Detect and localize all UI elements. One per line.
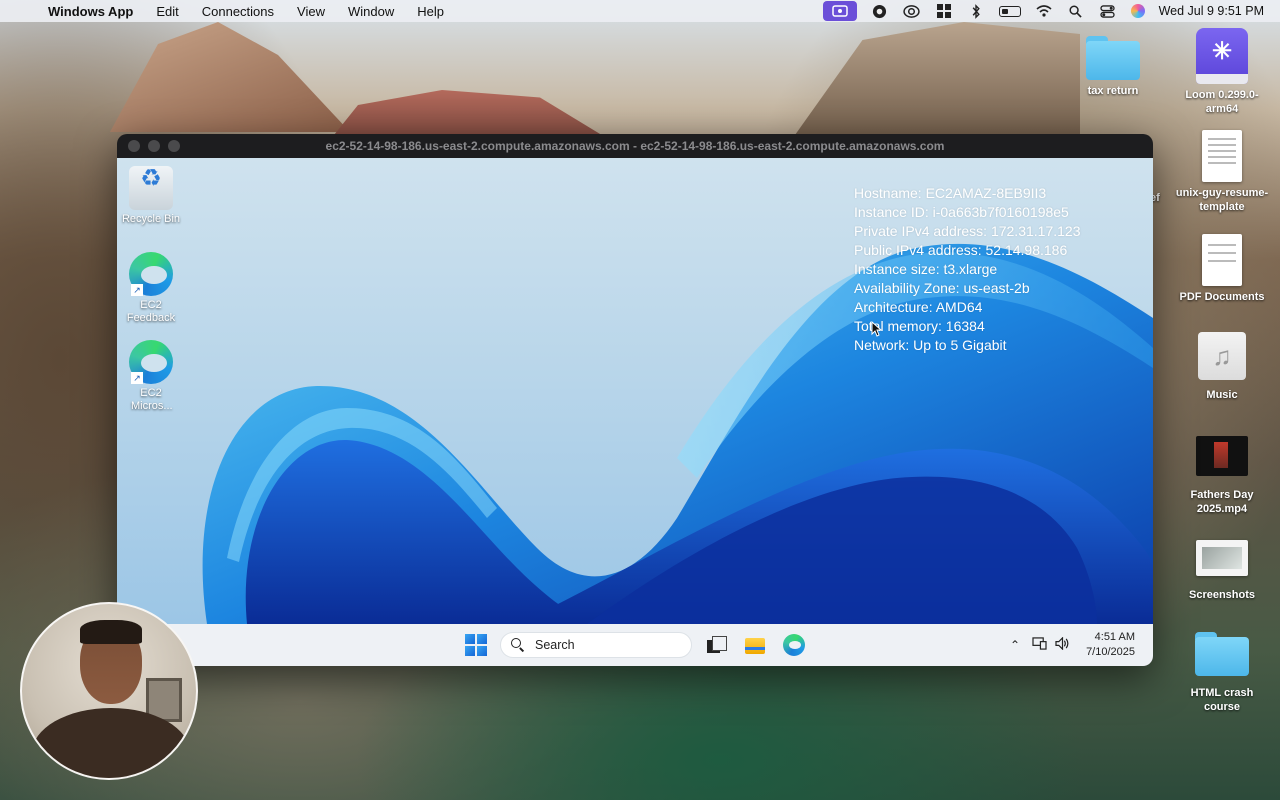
desktop-icon-label: HTML crash course <box>1190 687 1254 713</box>
control-center-icon[interactable] <box>1099 3 1117 19</box>
file-explorer-icon[interactable] <box>744 634 766 656</box>
desktop-icon-fathers-day-video[interactable]: Fathers Day 2025.mp4 <box>1172 436 1272 516</box>
recycle-bin-shortcut[interactable]: Recycle Bin <box>117 166 185 226</box>
menu-connections[interactable]: Connections <box>202 4 274 19</box>
bginfo-network: Network: Up to 5 Gigabit <box>854 337 1007 353</box>
desktop-icon-music[interactable]: ♫ Music <box>1172 332 1272 402</box>
ec2-microsoft-label: EC2 Micros... <box>131 387 173 412</box>
taskbar-search-box[interactable]: Search <box>500 632 692 658</box>
desktop-icon-label: tax return <box>1087 85 1139 97</box>
document-stack-icon <box>1202 234 1242 286</box>
menu-view[interactable]: View <box>297 4 325 19</box>
menu-window[interactable]: Window <box>348 4 394 19</box>
settings-gear-icon[interactable] <box>871 3 889 19</box>
recycle-bin-label: Recycle Bin <box>121 213 181 225</box>
desktop-icon-label: unix-guy-resume-template <box>1175 187 1269 213</box>
ec2-microsoft-shortcut[interactable]: ↗ EC2 Micros... <box>117 340 185 413</box>
remote-desktop-window[interactable]: ec2-52-14-98-186.us-east-2.compute.amazo… <box>117 134 1153 666</box>
canyon-rock <box>790 22 1080 142</box>
desktop-icon-tax-return[interactable]: tax return <box>1063 36 1163 98</box>
canyon-rock <box>330 90 610 140</box>
spotlight-search-icon[interactable] <box>1067 3 1085 19</box>
edge-browser-icon: ↗ <box>129 252 173 296</box>
app-menu[interactable]: Windows App <box>48 4 133 19</box>
screenshot-thumbnail-icon <box>1196 540 1248 576</box>
webcam-bubble[interactable] <box>20 602 198 780</box>
desktop-icon-label: Screenshots <box>1188 589 1256 601</box>
creative-cloud-icon[interactable] <box>903 3 921 19</box>
video-thumbnail-icon <box>1196 436 1248 476</box>
desktop-icon-pdf-documents[interactable]: PDF Documents <box>1172 234 1272 304</box>
menu-help[interactable]: Help <box>417 4 444 19</box>
window-grid-icon[interactable] <box>935 3 953 19</box>
siri-icon[interactable] <box>1130 4 1145 18</box>
window-title: ec2-52-14-98-186.us-east-2.compute.amazo… <box>325 139 945 153</box>
desktop-icon-screenshots[interactable]: Screenshots <box>1172 540 1272 602</box>
recycle-bin-icon <box>129 166 173 210</box>
bginfo-public-ip: Public IPv4 address: 52.14.98.186 <box>854 242 1068 258</box>
edge-taskbar-icon[interactable] <box>783 634 805 656</box>
bginfo-hostname: Hostname: EC2AMAZ-8EB9II3 <box>854 185 1047 201</box>
desktop-icon-label: PDF Documents <box>1179 291 1265 303</box>
desktop-icon-html-crash-course[interactable]: HTML crash course <box>1172 632 1272 714</box>
chevron-up-icon[interactable]: ⌃ <box>1010 638 1020 652</box>
ec2-feedback-shortcut[interactable]: ↗ EC2 Feedback <box>117 252 185 325</box>
presenter-hair <box>80 620 142 644</box>
system-tray: ⌃ 4:51 AM 7/10/2025 <box>1010 624 1153 666</box>
edge-browser-icon: ↗ <box>129 340 173 384</box>
desktop-icon-label: Music <box>1206 389 1238 401</box>
network-monitor-icon[interactable] <box>1032 637 1047 653</box>
menubar-clock[interactable]: Wed Jul 9 9:51 PM <box>1159 4 1264 18</box>
taskbar-date: 7/10/2025 <box>1086 646 1135 658</box>
bginfo-total-memory: Total memory: 16384 <box>854 318 985 334</box>
folder-icon <box>1195 632 1249 676</box>
bginfo-overlay: Hostname: EC2AMAZ-8EB9II3 Instance ID: i… <box>854 184 1080 355</box>
window-titlebar[interactable]: ec2-52-14-98-186.us-east-2.compute.amazo… <box>117 134 1153 158</box>
search-placeholder: Search <box>535 638 575 652</box>
document-icon <box>1202 130 1242 182</box>
menu-bar: Windows App Edit Connections View Window… <box>0 0 1280 22</box>
taskbar-time: 4:51 AM <box>1094 631 1135 643</box>
desktop-icon-resume[interactable]: unix-guy-resume-template <box>1172 130 1272 214</box>
desktop-icon-loom[interactable]: ✳ Loom 0.299.0-arm64 <box>1172 28 1272 116</box>
speaker-icon[interactable] <box>1055 636 1070 653</box>
bginfo-private-ip: Private IPv4 address: 172.31.17.123 <box>854 223 1081 239</box>
bluetooth-icon[interactable] <box>967 3 985 19</box>
windows-taskbar: Search ⌃ 4:51 AM 7/10/2025 <box>117 624 1153 666</box>
bginfo-architecture: Architecture: AMD64 <box>854 299 983 315</box>
menu-edit[interactable]: Edit <box>156 4 178 19</box>
bginfo-instance-size: Instance size: t3.xlarge <box>854 261 998 277</box>
bginfo-instance-id: Instance ID: i-0a663b7f0160198e5 <box>854 204 1069 220</box>
windows-start-icon[interactable] <box>465 634 487 656</box>
ec2-feedback-label: EC2 Feedback <box>126 299 176 324</box>
folder-icon <box>1086 36 1140 80</box>
loom-recording-icon[interactable] <box>822 1 857 21</box>
music-note-icon: ♫ <box>1198 332 1246 380</box>
bginfo-availability-zone: Availability Zone: us-east-2b <box>854 280 1030 296</box>
search-icon <box>511 638 525 652</box>
battery-icon[interactable] <box>998 5 1021 17</box>
status-area: Wed Jul 9 9:51 PM <box>822 1 1264 21</box>
disk-image-icon: ✳ <box>1196 28 1248 84</box>
taskbar-clock[interactable]: 4:51 AM 7/10/2025 <box>1086 630 1135 660</box>
desktop-icon-label: Fathers Day 2025.mp4 <box>1190 489 1254 515</box>
wifi-icon[interactable] <box>1035 3 1053 19</box>
canyon-rock <box>110 22 350 132</box>
windows-desktop[interactable]: Recycle Bin ↗ EC2 Feedback ↗ EC2 Micros.… <box>117 158 1153 624</box>
task-view-icon[interactable] <box>705 634 727 656</box>
desktop-icon-label: Loom 0.299.0-arm64 <box>1185 89 1259 115</box>
